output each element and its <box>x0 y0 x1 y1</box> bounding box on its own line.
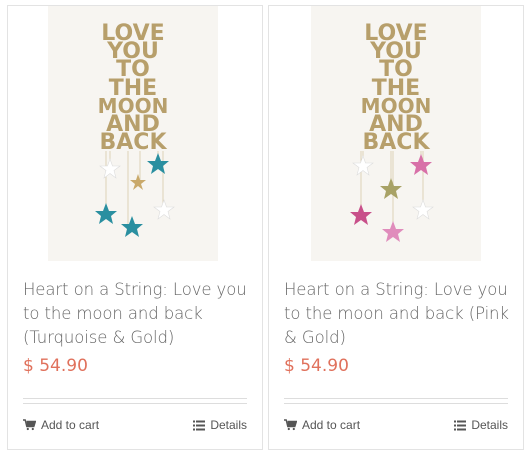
product-image[interactable]: LOVE YOU TO THE MOON AND BACK <box>311 6 481 261</box>
details-label: Details <box>471 418 508 432</box>
divider <box>284 403 508 404</box>
product-actions: Add to cart Details <box>284 418 508 436</box>
product-title[interactable]: Heart on a String: Love you to the moon … <box>23 278 253 350</box>
product-grid: LOVE YOU TO THE MOON AND BACK Heart on a… <box>0 0 530 465</box>
add-to-cart-button[interactable]: Add to cart <box>284 418 360 432</box>
add-to-cart-label: Add to cart <box>302 418 361 432</box>
divider <box>23 398 247 399</box>
product-price: $ 54.90 <box>23 356 88 376</box>
details-button[interactable]: Details <box>193 418 247 432</box>
cart-icon <box>284 419 297 431</box>
list-icon <box>193 420 206 431</box>
product-card: LOVE YOU TO THE MOON AND BACK Heart on a… <box>7 5 263 450</box>
add-to-cart-button[interactable]: Add to cart <box>23 418 99 432</box>
divider <box>284 398 508 399</box>
cart-icon <box>23 419 36 431</box>
product-title[interactable]: Heart on a String: Love you to the moon … <box>284 278 514 350</box>
product-image[interactable]: LOVE YOU TO THE MOON AND BACK <box>48 6 218 261</box>
details-label: Details <box>210 418 247 432</box>
product-price: $ 54.90 <box>284 356 349 376</box>
details-button[interactable]: Details <box>454 418 508 432</box>
divider <box>23 403 247 404</box>
list-icon <box>454 420 467 431</box>
product-card: LOVE YOU TO THE MOON AND BACK Heart on a… <box>268 5 524 450</box>
add-to-cart-label: Add to cart <box>41 418 100 432</box>
image-letter: BACK <box>363 130 431 155</box>
product-actions: Add to cart Details <box>23 418 247 436</box>
